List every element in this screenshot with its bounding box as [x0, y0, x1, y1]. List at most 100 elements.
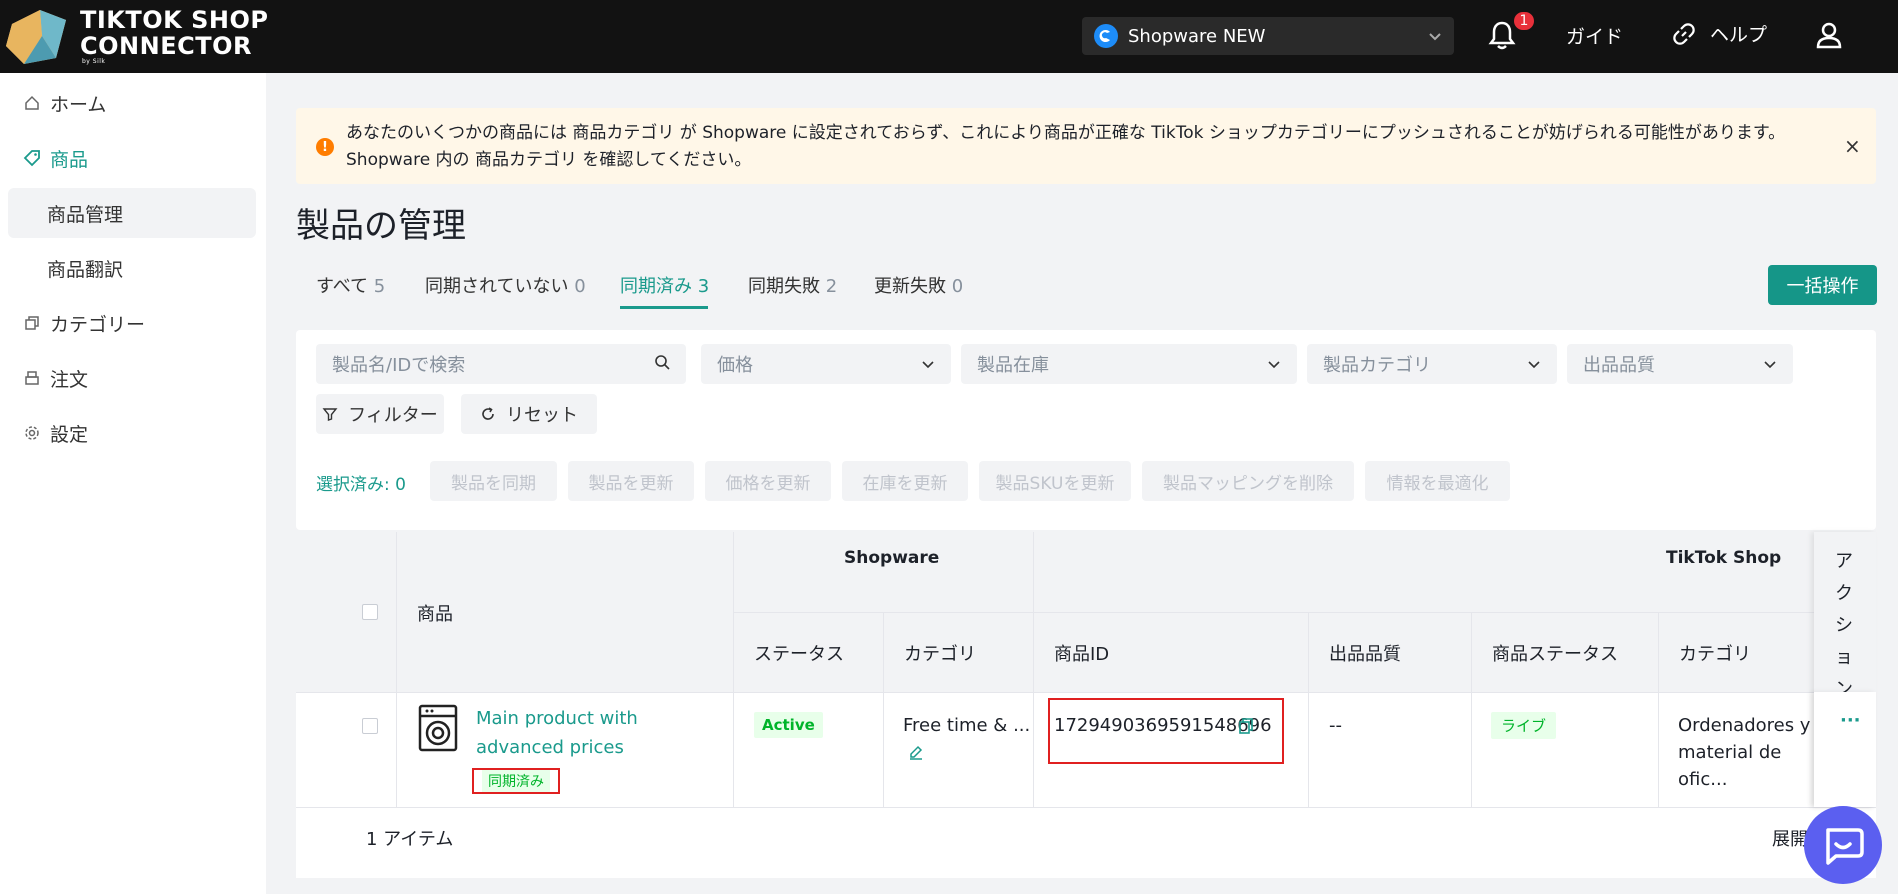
sidebar-item-product-translate[interactable]: 商品翻訳	[8, 243, 256, 293]
sync-status-tag: 同期済み	[472, 768, 560, 794]
col-divider	[1308, 612, 1309, 807]
row-divider	[296, 807, 1876, 808]
select-all-checkbox[interactable]	[362, 604, 378, 620]
home-icon	[22, 95, 42, 111]
sidebar-label-settings: 設定	[50, 423, 89, 446]
group-header-tiktok: TikTok Shop	[1666, 548, 1782, 568]
sidebar-label-category: カテゴリー	[50, 313, 146, 336]
item-count: 1 アイテム	[366, 829, 454, 850]
copy-icon	[22, 315, 42, 331]
price-select[interactable]: 価格	[701, 344, 951, 384]
user-icon[interactable]	[1814, 20, 1844, 50]
filter-icon	[322, 408, 338, 421]
update-price-button[interactable]: 価格を更新	[705, 461, 831, 501]
tab-label: すべて	[316, 276, 369, 297]
chevron-down-icon	[921, 354, 935, 375]
logo-line2: CONNECTOR	[80, 32, 252, 60]
col-header-product: 商品	[417, 604, 453, 625]
more-actions-icon[interactable]: ···	[1840, 710, 1861, 731]
quality-cell: --	[1329, 715, 1342, 736]
category-cell: Free time & ...	[903, 715, 1031, 736]
col-divider	[1471, 612, 1472, 807]
col-header-quality: 出品品質	[1329, 644, 1401, 665]
help-link[interactable]: ヘルプ	[1672, 20, 1767, 47]
expand-link[interactable]: 展開	[1772, 826, 1808, 853]
chevron-down-icon	[1267, 354, 1281, 375]
sidebar-item-category[interactable]: カテゴリー	[0, 298, 266, 348]
search-input[interactable]: 製品名/IDで検索	[316, 344, 686, 384]
sidebar-item-settings[interactable]: 設定	[0, 408, 266, 458]
sync-status-label: 同期済み	[482, 770, 550, 792]
page-title: 製品の管理	[296, 206, 466, 246]
copy-icon[interactable]	[1238, 717, 1254, 735]
help-label: ヘルプ	[1710, 24, 1768, 46]
sidebar-item-home[interactable]: ホーム	[0, 78, 266, 128]
col-divider	[1658, 612, 1659, 807]
tab-count: 2	[825, 276, 838, 297]
stock-label: 製品在庫	[977, 355, 1049, 376]
product-table: 商品 Shopware TikTok Shop ステータス カテゴリ 商品ID …	[296, 532, 1876, 878]
search-icon	[654, 354, 670, 375]
filter-card: 製品名/IDで検索 価格 製品在庫 製品カテゴリ 出品品質 フィルター リセット…	[296, 330, 1876, 530]
sidebar-item-product-manage[interactable]: 商品管理	[8, 188, 256, 238]
link-icon	[1673, 22, 1695, 45]
chat-support-button[interactable]	[1804, 806, 1882, 884]
product-name-link[interactable]: Main product with advanced prices	[476, 704, 676, 762]
quality-select[interactable]: 出品品質	[1567, 344, 1793, 384]
category-select[interactable]: 製品カテゴリ	[1307, 344, 1557, 384]
update-products-button[interactable]: 製品を更新	[568, 461, 694, 501]
sidebar-label-product-manage: 商品管理	[47, 203, 124, 226]
filter-label: フィルター	[348, 405, 438, 426]
sync-products-button[interactable]: 製品を同期	[430, 461, 557, 501]
tag-icon	[22, 149, 42, 167]
tab-not-synced[interactable]: 同期されていない 0	[425, 272, 586, 298]
tab-count: 0	[951, 276, 964, 297]
group-header-shopware: Shopware	[844, 548, 940, 568]
delete-mapping-button[interactable]: 製品マッピングを削除	[1142, 461, 1354, 501]
sidebar-label-products: 商品	[50, 148, 89, 171]
tab-all[interactable]: すべて 5	[316, 272, 385, 298]
tab-sync-failed[interactable]: 同期失敗 2	[748, 272, 837, 298]
update-stock-button[interactable]: 在庫を更新	[842, 461, 968, 501]
sidebar-label-home: ホーム	[50, 93, 107, 116]
app-logo[interactable]: TIKTOK SHOP CONNECTOR by Silk	[6, 6, 269, 66]
col-divider	[733, 532, 734, 807]
col-divider	[396, 532, 397, 807]
warning-icon: !	[316, 138, 334, 156]
tab-label: 同期済み	[620, 276, 692, 297]
sidebar-label-orders: 注文	[50, 368, 89, 391]
tab-synced[interactable]: 同期済み 3	[620, 272, 709, 298]
col-header-status: ステータス	[754, 644, 844, 665]
guide-link[interactable]: ガイド	[1566, 22, 1623, 49]
optimize-info-button[interactable]: 情報を最適化	[1365, 461, 1510, 501]
close-icon[interactable]: ×	[1844, 134, 1861, 158]
stock-select[interactable]: 製品在庫	[961, 344, 1297, 384]
store-select[interactable]: Shopware NEW	[1082, 17, 1454, 55]
tab-count: 5	[373, 276, 386, 297]
update-sku-button[interactable]: 製品SKUを更新	[979, 461, 1131, 501]
sidebar-item-products[interactable]: 商品	[0, 133, 266, 183]
sidebar-label-product-translate: 商品翻訳	[47, 258, 124, 281]
col-header-product-id: 商品ID	[1054, 644, 1110, 665]
tt-category-cell: Ordenadores y material de ofic...	[1678, 715, 1811, 790]
tab-update-failed[interactable]: 更新失敗 0	[874, 272, 963, 298]
search-placeholder: 製品名/IDで検索	[332, 355, 466, 376]
gear-icon	[22, 425, 42, 441]
selected-count: 選択済み: 0	[316, 475, 406, 495]
chat-icon	[1826, 828, 1864, 865]
sidebar: ホーム 商品 商品管理 商品翻訳 カテゴリー 注文 設定	[0, 73, 266, 894]
tab-count: 3	[697, 276, 710, 297]
col-divider	[883, 612, 884, 807]
washing-machine-icon	[418, 704, 458, 752]
sidebar-item-orders[interactable]: 注文	[0, 353, 266, 403]
shopware-icon	[1094, 24, 1118, 48]
reset-button[interactable]: リセット	[461, 394, 597, 434]
printer-icon	[22, 370, 42, 386]
edit-icon[interactable]	[908, 744, 924, 760]
quality-label: 出品品質	[1583, 355, 1655, 376]
filter-button[interactable]: フィルター	[316, 394, 444, 434]
bulk-action-button[interactable]: 一括操作	[1768, 265, 1877, 305]
row-checkbox[interactable]	[362, 718, 378, 734]
logo-line1: TIKTOK SHOP	[80, 6, 269, 34]
col-header-action: アクション	[1835, 551, 1853, 700]
